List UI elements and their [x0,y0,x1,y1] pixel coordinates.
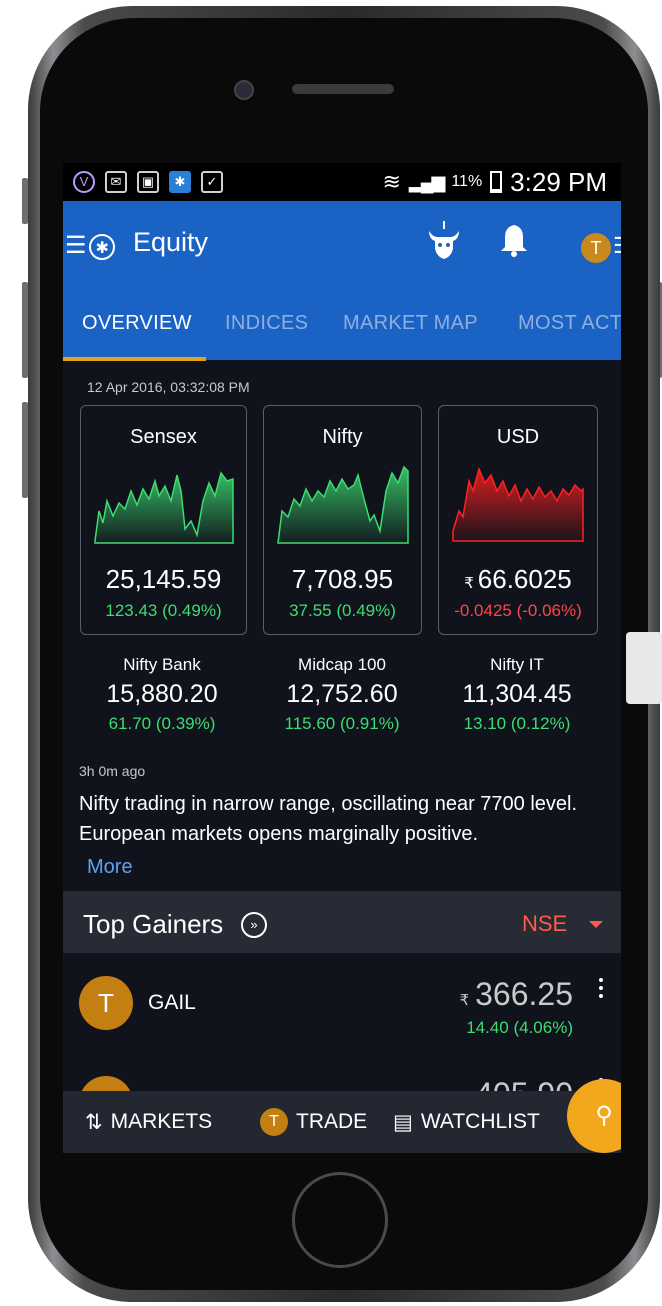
stock-price: ₹366.25 [459,976,573,1012]
rupee-symbol: ₹ [464,575,474,592]
side-menu-icon[interactable]: ☰ [613,233,621,259]
download-done-icon: ✓ [201,171,223,193]
card-value: 25,145.59 [105,564,222,594]
hamburger-icon: ☰ [65,232,87,259]
card-change: 123.43 (0.49%) [105,601,222,620]
tab-market-map[interactable]: MARKET MAP [343,312,478,335]
front-camera [234,80,254,100]
stock-avatar: T [79,976,133,1030]
page-title: Equity [133,227,209,257]
offscreen-tooltip [626,632,662,704]
card-name: USD [496,426,540,448]
last-updated-time: 12 Apr 2016, 03:32:08 PM [87,379,250,395]
battery-percent: 11% [451,173,483,190]
index-name: Nifty Bank [123,655,201,674]
nifty-card[interactable]: Nifty 7,708.95 37.55 (0.49%) [263,405,422,635]
app-logo-icon: ✱ [89,234,116,260]
menu-button[interactable]: ☰ ✱ [65,231,116,260]
midcap-100-index[interactable]: Midcap 100 12,752.60 115.60 (0.91%) [252,655,432,734]
index-change: 13.10 (0.12%) [463,714,571,733]
nav-watchlist-label: WATCHLIST [420,1110,540,1133]
viber-icon: V [73,171,95,193]
card-change: -0.0425 (-0.06%) [454,601,582,620]
active-tab-indicator [63,357,206,361]
news-time: 3h 0m ago [79,763,146,779]
tab-most-active[interactable]: MOST ACT [518,312,621,335]
index-value: 15,880.20 [106,680,218,708]
section-title: Top Gainers [83,909,224,939]
index-value: 11,304.45 [462,680,572,708]
nav-markets-label: MARKETS [110,1110,213,1133]
index-value: 12,752.60 [286,680,398,708]
profile-avatar[interactable]: T [581,233,611,263]
nav-watchlist[interactable]: ▤ WATCHLIST [393,1091,540,1153]
nifty-bank-index[interactable]: Nifty Bank 15,880.20 61.70 (0.39%) [72,655,252,734]
message-icon: ✉ [105,171,127,193]
index-change: 115.60 (0.91%) [284,714,400,733]
app-screen: V ✉ ▣ ✱ ✓ ≋ ▂▄▆ 11% 3:29 PM ☰ ✱ Equity T… [63,163,621,1153]
news-more-link[interactable]: More [87,856,133,879]
nifty-sparkline [277,465,409,544]
index-name: Midcap 100 [298,655,386,674]
double-chevron-right-icon[interactable]: » [241,912,267,938]
card-change: 37.55 (0.49%) [289,601,396,620]
usd-sparkline [452,466,584,542]
exchange-selector[interactable]: NSE [522,911,567,937]
stock-change: 14.40 (4.06%) [466,1018,573,1037]
tab-indices[interactable]: INDICES [225,312,308,335]
trade-avatar-icon: T [260,1108,288,1136]
signal-icon: ▂▄▆ [408,171,445,192]
top-gainers-header: Top Gainers » NSE [63,891,621,953]
dropdown-caret-icon[interactable] [589,921,603,928]
rupee-symbol: ₹ [459,992,470,1009]
app-notification-icon: ✱ [169,171,191,193]
usd-card[interactable]: USD ₹66.6025 -0.0425 (-0.06%) [438,405,598,635]
card-value: 7,708.95 [291,564,394,594]
stock-name: GAIL [148,991,196,1014]
battery-icon [490,171,503,193]
notification-bell-icon[interactable] [499,223,529,265]
sensex-card[interactable]: Sensex 25,145.59 123.43 (0.49%) [80,405,247,635]
app-bar: ☰ ✱ Equity T ☰ [63,201,621,286]
card-value: ₹66.6025 [464,564,572,594]
sensex-sparkline [94,471,234,544]
card-name: Nifty [322,426,363,448]
index-name: Nifty IT [490,655,544,674]
tab-bar: OVERVIEW INDICES MARKET MAP MOST ACT [63,286,621,360]
news-headline: Nifty trading in narrow range, oscillati… [79,793,578,845]
wifi-icon: ≋ [382,169,401,194]
more-options-icon[interactable] [599,978,603,1002]
gallery-icon: ▣ [137,171,159,193]
status-bar: V ✉ ▣ ✱ ✓ ≋ ▂▄▆ 11% 3:29 PM [63,163,621,201]
home-button[interactable] [292,1172,388,1268]
search-icon: ⚲ [595,1102,613,1129]
stock-row[interactable]: T GAIL ₹366.25 14.40 (4.06%) [63,956,621,1056]
nav-markets[interactable]: ⇅ MARKETS [85,1091,212,1153]
bull-icon[interactable] [425,221,463,261]
tab-overview[interactable]: OVERVIEW [82,312,192,335]
earpiece-speaker [292,84,394,94]
watchlist-icon: ▤ [393,1110,413,1134]
clock-time: 3:29 PM [510,166,607,197]
nifty-it-index[interactable]: Nifty IT 11,304.45 13.10 (0.12%) [427,655,607,734]
bottom-navigation: ⇅ MARKETS T TRADE ▤ WATCHLIST [63,1091,621,1153]
nav-trade-label: TRADE [296,1110,368,1133]
nav-trade[interactable]: T TRADE [260,1091,367,1153]
markets-arrows-icon: ⇅ [85,1110,103,1134]
card-name: Sensex [130,426,197,448]
index-change: 61.70 (0.39%) [108,714,216,733]
